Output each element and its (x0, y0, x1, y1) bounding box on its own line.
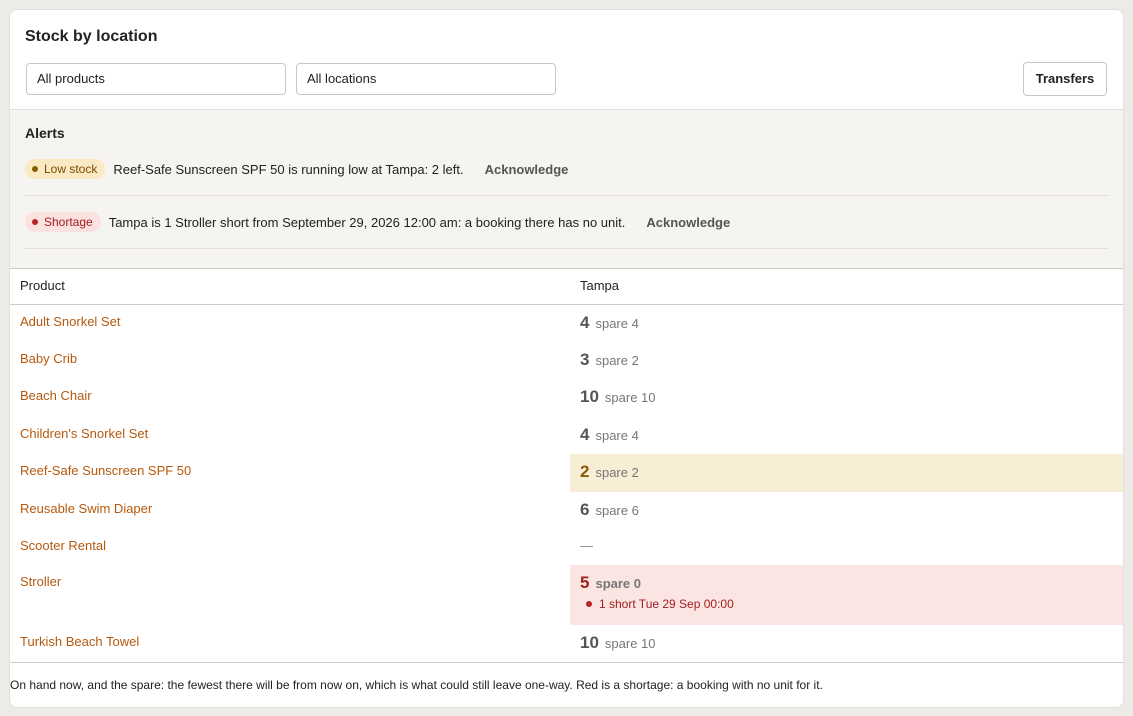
column-header-product: Product (20, 278, 65, 293)
alert-shortage: Shortage Tampa is 1 Stroller short from … (25, 196, 1108, 249)
stock-cell-low: 2 spare 2 (570, 454, 1123, 492)
product-cell: Reusable Swim Diaper (10, 492, 570, 529)
status-dot-icon (32, 166, 38, 172)
table-row: Adult Snorkel Set 4 spare 4 (10, 305, 1123, 342)
table-row: Scooter Rental — (10, 529, 1123, 565)
on-hand-qty: 10 (580, 633, 599, 652)
spare-qty: spare 10 (604, 636, 656, 651)
spare-qty: spare 2 (595, 353, 639, 368)
stock-cell: 3 spare 2 (570, 342, 1123, 379)
table-header: Product Tampa (10, 269, 1123, 305)
stock-cell-short: 5 spare 0 1 short Tue 29 Sep 00:00 (570, 565, 1123, 625)
spare-qty: spare 0 (595, 576, 642, 591)
status-dot-icon (32, 219, 38, 225)
stock-cell: — (570, 529, 1123, 565)
column-header-location: Tampa (580, 278, 620, 293)
acknowledge-button[interactable]: Acknowledge (485, 162, 569, 177)
spare-qty: spare 4 (595, 316, 639, 331)
product-cell: Children's Snorkel Set (10, 417, 570, 454)
product-link[interactable]: Reusable Swim Diaper (20, 501, 152, 516)
transfers-button[interactable]: Transfers (1023, 62, 1107, 96)
product-cell: Reef-Safe Sunscreen SPF 50 (10, 454, 570, 492)
product-cell: Adult Snorkel Set (10, 305, 570, 342)
product-cell: Baby Crib (10, 342, 570, 379)
table-row: Reusable Swim Diaper 6 spare 6 (10, 492, 1123, 529)
stock-cell: 10 spare 10 (570, 625, 1123, 663)
on-hand-qty: 2 (580, 462, 590, 481)
alerts-panel: Alerts Low stock Reef-Safe Sunscreen SPF… (10, 110, 1123, 268)
table-row: Stroller 5 spare 0 1 short Tue 29 Sep 00:… (10, 565, 1123, 625)
on-hand-qty: 10 (580, 387, 599, 406)
low-stock-badge: Low stock (25, 159, 106, 179)
product-link[interactable]: Reef-Safe Sunscreen SPF 50 (20, 463, 191, 478)
product-cell: Stroller (10, 565, 570, 625)
stock-card: Stock by location All products All locat… (9, 9, 1124, 708)
on-hand-qty: 4 (580, 313, 590, 332)
product-link[interactable]: Stroller (20, 574, 61, 589)
shortage-note-text: 1 short Tue 29 Sep 00:00 (599, 597, 734, 611)
product-link[interactable]: Children's Snorkel Set (20, 426, 148, 441)
footnote: On hand now, and the spare: the fewest t… (10, 678, 823, 692)
acknowledge-button[interactable]: Acknowledge (646, 215, 730, 230)
stock-cell: 4 spare 4 (570, 417, 1123, 454)
spare-qty: spare 6 (595, 503, 639, 518)
badge-label: Shortage (44, 215, 93, 229)
table-row: Baby Crib 3 spare 2 (10, 342, 1123, 379)
alert-text: Reef-Safe Sunscreen SPF 50 is running lo… (113, 161, 464, 177)
table-row: Beach Chair 10 spare 10 (10, 379, 1123, 417)
stock-cell: 4 spare 4 (570, 305, 1123, 342)
alert-text: Tampa is 1 Stroller short from September… (108, 214, 626, 230)
status-dot-icon (586, 601, 592, 607)
product-link[interactable]: Baby Crib (20, 351, 77, 366)
product-cell: Beach Chair (10, 379, 570, 417)
product-filter-select[interactable]: All products (26, 63, 286, 95)
page-header: Stock by location All products All locat… (10, 10, 1123, 110)
on-hand-qty: 4 (580, 425, 590, 444)
on-hand-qty: 6 (580, 500, 590, 519)
product-link[interactable]: Adult Snorkel Set (20, 314, 120, 329)
shortage-badge: Shortage (25, 212, 101, 232)
spare-qty: spare 10 (604, 390, 656, 405)
no-stock-dash: — (580, 538, 593, 553)
stock-cell: 6 spare 6 (570, 492, 1123, 529)
product-link[interactable]: Scooter Rental (20, 538, 106, 553)
product-cell: Scooter Rental (10, 529, 570, 565)
stock-cell: 10 spare 10 (570, 379, 1123, 417)
location-filter-select[interactable]: All locations (296, 63, 556, 95)
table-row: Reef-Safe Sunscreen SPF 50 2 spare 2 (10, 454, 1123, 492)
badge-label: Low stock (44, 162, 98, 176)
stock-table: Product Tampa Adult Snorkel Set 4 spare 4… (10, 268, 1123, 663)
table-row: Children's Snorkel Set 4 spare 4 (10, 417, 1123, 454)
product-link[interactable]: Beach Chair (20, 388, 92, 403)
on-hand-qty: 3 (580, 350, 590, 369)
shortage-note: 1 short Tue 29 Sep 00:00 (580, 597, 1123, 611)
table-row: Turkish Beach Towel 10 spare 10 (10, 625, 1123, 663)
spare-qty: spare 4 (595, 428, 639, 443)
on-hand-qty: 5 (580, 573, 590, 592)
alerts-title: Alerts (25, 125, 65, 141)
alert-low-stock: Low stock Reef-Safe Sunscreen SPF 50 is … (25, 143, 1108, 196)
product-link[interactable]: Turkish Beach Towel (20, 634, 139, 649)
product-cell: Turkish Beach Towel (10, 625, 570, 663)
page-title: Stock by location (25, 28, 158, 45)
spare-qty: spare 2 (595, 465, 639, 480)
